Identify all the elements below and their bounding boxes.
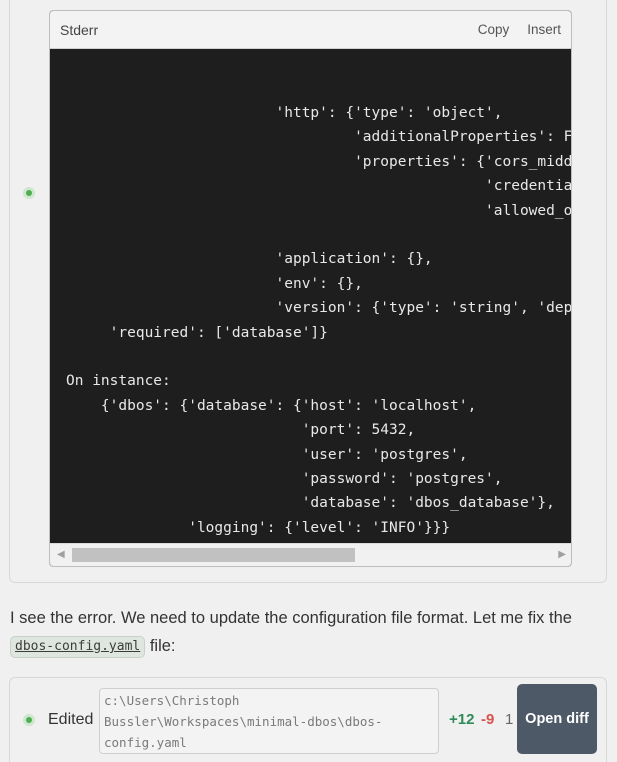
code-line: 'required': ['database']} [66,325,328,341]
code-line: 'port': 5432, [66,422,416,438]
output-title: Stderr [60,21,99,38]
file-name-code[interactable]: dbos-config.yaml [10,636,146,658]
assistant-message: I see the error. We need to update the c… [10,604,600,660]
insert-button[interactable]: Insert [527,22,561,37]
file-edit-row: Edited c:\Users\Christoph Bussler\Worksp… [9,677,607,762]
message-text-after: file: [145,637,176,655]
stderr-output-panel: Stderr Copy Insert 'http': {'type': 'obj… [49,10,572,567]
code-output[interactable]: 'http': {'type': 'object', 'additionalPr… [50,50,572,555]
edited-label: Edited [48,711,94,728]
scroll-left-icon[interactable]: ◀ [57,549,65,560]
file-path[interactable]: c:\Users\Christoph Bussler\Workspaces\mi… [99,688,439,754]
change-count: 1 [505,711,514,728]
code-line: 'version': {'type': 'string', 'deprecate… [275,300,572,316]
code-line: 'http': {'type': 'object', [66,105,503,121]
code-line: 'properties': {'cors_middleware' [354,154,572,170]
code-line: 'credentials' [66,178,572,194]
code-line: 'password': 'postgres', [66,471,503,487]
code-line: 'env': {}, [66,276,363,292]
message-text-before: I see the error. We need to update the c… [10,609,572,627]
scrollbar-thumb[interactable] [72,548,355,562]
stderr-step: Stderr Copy Insert 'http': {'type': 'obj… [9,0,607,583]
horizontal-scrollbar[interactable]: ◀ ▶ [50,543,571,566]
deletions-count: -9 [481,711,495,728]
code-line: 'database': 'dbos_database'}, [66,495,555,511]
status-dot-icon [23,187,35,199]
open-diff-button[interactable]: Open diff [517,684,597,754]
output-header: Stderr Copy Insert [50,11,571,49]
code-line: 'user': 'postgres', [66,447,468,463]
additions-count: +12 [449,711,475,728]
copy-button[interactable]: Copy [478,22,510,37]
code-line: 'application': {}, [66,251,433,267]
code-line: 'additionalProperties': False, [66,129,572,145]
code-line: On instance: [66,373,171,389]
code-line: 'logging': {'level': 'INFO'}}} [66,520,451,536]
code-line: {'dbos': {'database': {'host': 'localhos… [66,398,477,414]
scroll-right-icon[interactable]: ▶ [558,549,566,560]
code-line: 'allowed_origins' [485,203,572,219]
status-dot-icon [23,714,35,726]
